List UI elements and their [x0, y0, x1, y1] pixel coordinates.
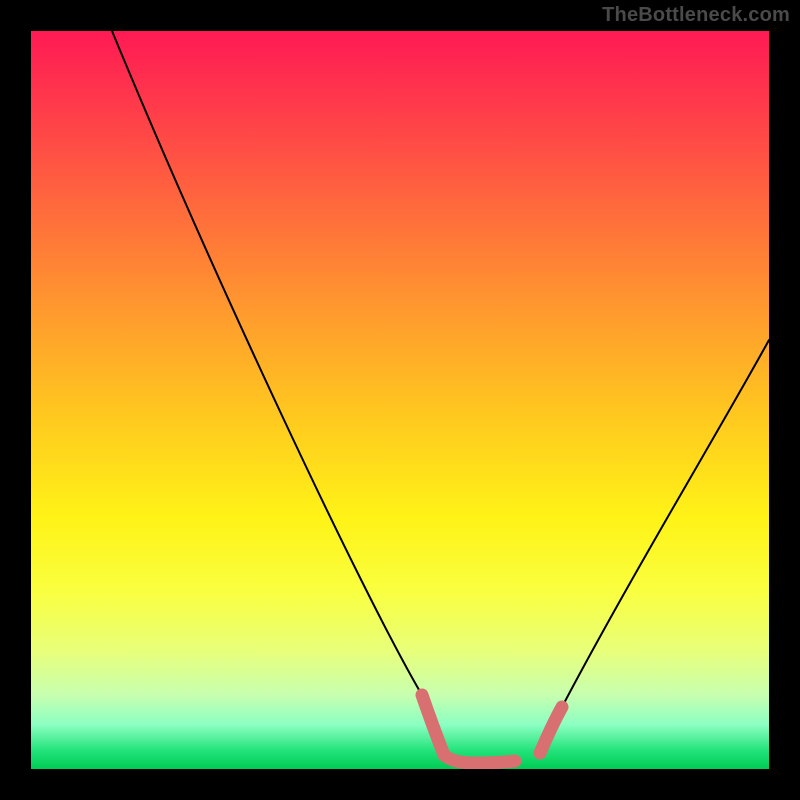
plot-area [31, 31, 769, 769]
bottleneck-curve-left [112, 31, 444, 755]
watermark-text: TheBottleneck.com [602, 4, 790, 27]
optimal-zone-right [540, 707, 562, 753]
bottleneck-curve-right [540, 340, 769, 753]
chart-stage: TheBottleneck.com [0, 0, 800, 800]
optimal-zone-left [422, 695, 515, 763]
curve-layer [31, 31, 769, 769]
